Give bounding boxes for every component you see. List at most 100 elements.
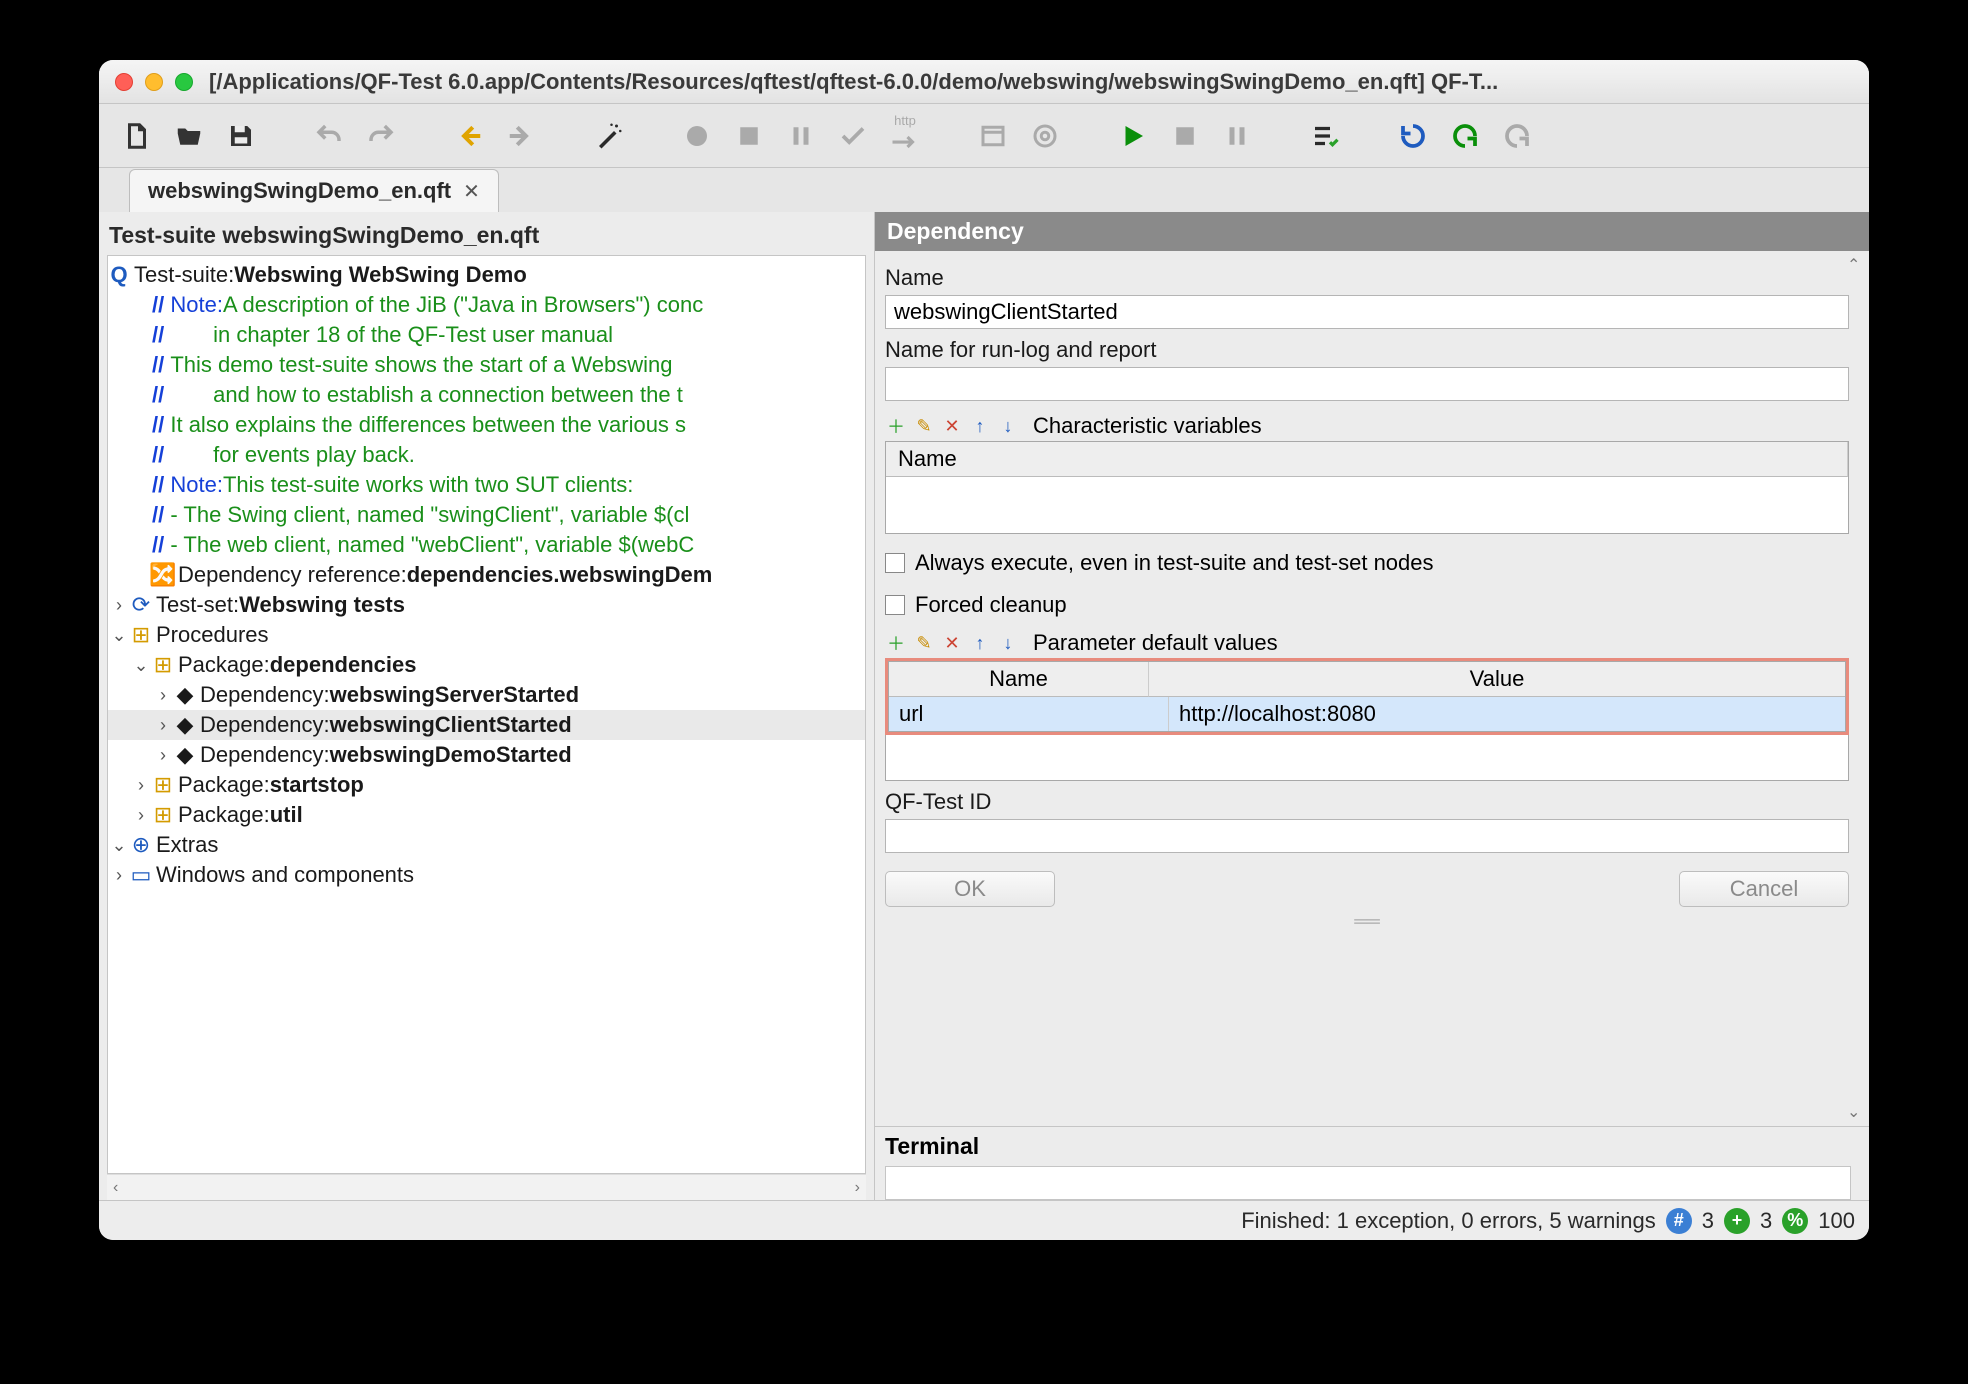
stop-record-button[interactable] [727,114,771,158]
redo-button[interactable] [359,114,403,158]
windows-icon: ▭ [130,864,152,886]
charvar-table[interactable]: Name [885,441,1849,534]
ok-button[interactable]: OK [885,871,1055,907]
runlog-input[interactable] [885,367,1849,401]
http-button[interactable]: http [883,114,927,158]
qf-icon: Q [108,264,130,286]
param-cell-value[interactable]: http://localhost:8080 [1169,697,1845,731]
param-cell-name[interactable]: url [889,697,1169,731]
param-table-blank[interactable] [885,735,1849,781]
minimize-window-button[interactable] [145,73,163,91]
name-label: Name [885,265,1849,291]
add-row-icon[interactable]: ＋ [885,632,907,654]
reload-cw-button[interactable] [1443,114,1487,158]
move-up-icon[interactable]: ↑ [969,415,991,437]
detail-header: Dependency [875,212,1869,251]
param-table[interactable]: NameValue urlhttp://localhost:8080 [888,661,1846,732]
status-bar: Finished: 1 exception, 0 errors, 5 warni… [99,1200,1869,1240]
forward-button[interactable] [499,114,543,158]
dependency-icon: ◆ [174,744,196,766]
collapse-icon[interactable]: ⌄ [108,620,130,650]
cancel-button[interactable]: Cancel [1679,871,1849,907]
main-toolbar: http [99,104,1869,168]
expand-icon[interactable]: › [130,770,152,800]
param-col-value: Value [1149,662,1845,697]
runlog-label: Name for run-log and report [885,337,1849,363]
scroll-left-icon: ‹ [113,1179,118,1197]
charvar-toolbar: ＋ ✎ ✕ ↑ ↓ Characteristic variables [885,413,1849,439]
list-check-button[interactable] [1303,114,1347,158]
param-highlight-box: NameValue urlhttp://localhost:8080 [885,658,1849,735]
collapse-icon[interactable]: ⌄ [130,650,152,680]
reload-ccw-button[interactable] [1391,114,1435,158]
expand-icon[interactable]: › [152,680,174,710]
package-icon: ⊞ [130,624,152,646]
close-window-button[interactable] [115,73,133,91]
status-hash: 3 [1702,1208,1714,1234]
qfid-input[interactable] [885,819,1849,853]
open-file-button[interactable] [167,114,211,158]
close-tab-icon[interactable]: ✕ [463,179,480,204]
param-row[interactable]: urlhttp://localhost:8080 [889,697,1845,731]
terminal-label: Terminal [875,1126,1869,1166]
checkbox-icon[interactable] [885,553,905,573]
record-button[interactable] [675,114,719,158]
status-plus: 3 [1760,1208,1772,1234]
detail-pane: Dependency Name Name for run-log and rep… [875,212,1869,1200]
move-up-icon[interactable]: ↑ [969,632,991,654]
zoom-window-button[interactable] [175,73,193,91]
move-down-icon[interactable]: ↓ [997,415,1019,437]
always-execute-row[interactable]: Always execute, even in test-suite and t… [885,550,1849,576]
splitter-grip[interactable]: ══ [885,907,1849,936]
expand-icon[interactable]: › [108,590,130,620]
target-button[interactable] [1023,114,1067,158]
expand-icon[interactable]: › [130,800,152,830]
tree-title: Test-suite webswingSwingDemo_en.qft [99,212,874,255]
status-pct: 100 [1818,1208,1855,1234]
undo-button[interactable] [307,114,351,158]
scroll-right-icon: › [855,1179,860,1197]
check-button[interactable] [831,114,875,158]
checkbox-icon[interactable] [885,595,905,615]
forced-cleanup-row[interactable]: Forced cleanup [885,592,1849,618]
extras-icon: ⊕ [130,834,152,856]
pause-button[interactable] [1215,114,1259,158]
reload-disabled-button[interactable] [1495,114,1539,158]
qfid-label: QF-Test ID [885,789,1849,815]
play-button[interactable] [1111,114,1155,158]
save-file-button[interactable] [219,114,263,158]
move-down-icon[interactable]: ↓ [997,632,1019,654]
horizontal-scrollbar[interactable]: ‹› [107,1174,866,1200]
expand-icon[interactable]: › [152,710,174,740]
tree-item-selected[interactable]: ›◆Dependency: webswingClientStarted [108,710,865,740]
hash-badge-icon: # [1666,1208,1692,1234]
terminal-box[interactable] [885,1166,1851,1200]
tab-file[interactable]: webswingSwingDemo_en.qft ✕ [129,169,499,212]
charvar-label: Characteristic variables [1033,413,1262,439]
package-icon: ⊞ [152,654,174,676]
pause-record-button[interactable] [779,114,823,158]
expand-icon[interactable]: › [152,740,174,770]
percent-badge-icon: % [1782,1208,1808,1234]
scroll-up-icon: ⌃ [1847,255,1867,275]
stop-button[interactable] [1163,114,1207,158]
expand-icon[interactable]: › [108,860,130,890]
wand-button[interactable] [587,114,631,158]
tree-container[interactable]: QTest-suite: Webswing WebSwing Demo // N… [107,255,866,1174]
delete-row-icon[interactable]: ✕ [941,632,963,654]
window-title: [/Applications/QF-Test 6.0.app/Contents/… [209,69,1853,95]
window-button[interactable] [971,114,1015,158]
charvar-col-name: Name [886,442,1848,477]
edit-row-icon[interactable]: ✎ [913,415,935,437]
delete-row-icon[interactable]: ✕ [941,415,963,437]
edit-row-icon[interactable]: ✎ [913,632,935,654]
collapse-icon[interactable]: ⌄ [108,830,130,860]
name-input[interactable] [885,295,1849,329]
vertical-scrollbar[interactable]: ⌃⌄ [1847,251,1867,1126]
new-file-button[interactable] [115,114,159,158]
app-window: [/Applications/QF-Test 6.0.app/Contents/… [99,60,1869,1240]
back-button[interactable] [447,114,491,158]
content-area: Test-suite webswingSwingDemo_en.qft QTes… [99,212,1869,1200]
add-row-icon[interactable]: ＋ [885,415,907,437]
param-col-name: Name [889,662,1149,697]
